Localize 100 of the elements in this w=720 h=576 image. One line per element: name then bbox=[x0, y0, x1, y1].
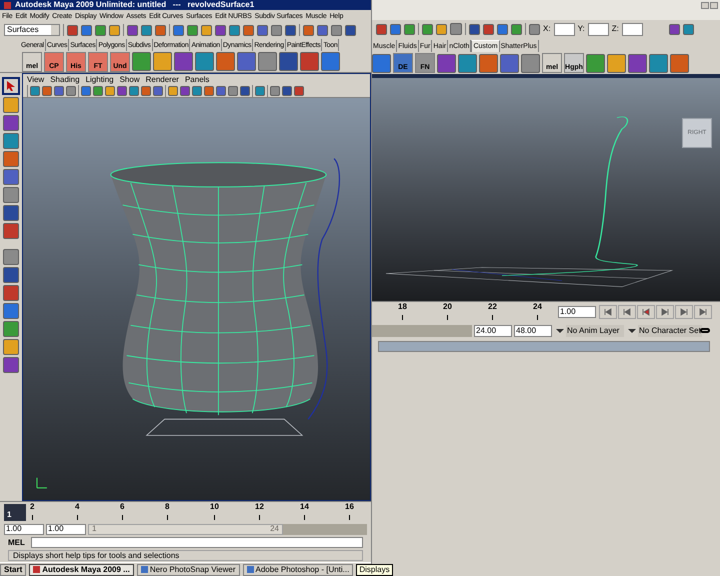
tool-icon[interactable] bbox=[229, 24, 240, 36]
menu-item[interactable]: Renderer bbox=[146, 76, 179, 84]
tool-icon[interactable] bbox=[404, 24, 415, 34]
tool-icon[interactable] bbox=[450, 23, 462, 35]
taskbar-button[interactable]: Adobe Photoshop - [Unti... bbox=[242, 564, 354, 576]
viewport[interactable] bbox=[23, 98, 370, 500]
tool-icon[interactable] bbox=[511, 24, 522, 34]
current-time-field[interactable]: 1.00 bbox=[558, 306, 596, 318]
menu-item[interactable]: Shading bbox=[50, 76, 80, 84]
taskbar-button[interactable]: Autodesk Maya 2009 ... bbox=[29, 564, 134, 576]
tool-icon[interactable] bbox=[422, 24, 433, 34]
tool-icon[interactable] bbox=[95, 24, 106, 36]
minimize-button[interactable] bbox=[701, 2, 709, 9]
tool-icon[interactable] bbox=[500, 54, 519, 72]
tool-icon[interactable] bbox=[67, 24, 78, 36]
menu-item[interactable]: Lighting bbox=[86, 76, 114, 84]
tool-icon[interactable] bbox=[285, 24, 296, 36]
playback-button[interactable] bbox=[675, 304, 693, 318]
tooltip: Displays bbox=[356, 564, 393, 576]
taskbar-button[interactable]: Nero PhotoSnap Viewer bbox=[136, 564, 240, 576]
tool-icon[interactable] bbox=[109, 24, 120, 36]
range-slider-handle[interactable]: 1 24 bbox=[88, 524, 283, 534]
profile-curve[interactable] bbox=[308, 158, 340, 420]
tick-mark bbox=[402, 314, 403, 320]
select-tool-icon[interactable] bbox=[2, 77, 20, 95]
tick-mark bbox=[76, 515, 78, 520]
tick-mark bbox=[348, 515, 350, 520]
tool-icon[interactable] bbox=[201, 24, 212, 36]
coordinate-field[interactable] bbox=[588, 22, 609, 36]
range-field[interactable]: 24.00 bbox=[474, 324, 512, 336]
frame-number: 2 bbox=[30, 503, 34, 511]
command-result-field[interactable] bbox=[378, 341, 710, 352]
tool-icon[interactable] bbox=[529, 24, 540, 34]
tool-icon[interactable] bbox=[376, 24, 387, 34]
range-field[interactable]: 1.00 bbox=[46, 524, 86, 534]
tool-icon[interactable] bbox=[127, 24, 138, 36]
tick-mark bbox=[32, 515, 33, 520]
command-line-field[interactable] bbox=[30, 537, 363, 548]
tool-icon[interactable] bbox=[331, 24, 342, 36]
axis-indicator-icon bbox=[36, 477, 48, 488]
menu-item[interactable]: Show bbox=[120, 76, 140, 84]
tool-icon[interactable] bbox=[521, 54, 540, 72]
tool-icon[interactable] bbox=[479, 54, 498, 72]
tool-icon[interactable] bbox=[436, 24, 447, 34]
tool-icon[interactable] bbox=[469, 24, 480, 34]
range-field[interactable]: 48.00 bbox=[514, 324, 552, 336]
tool-icon[interactable] bbox=[372, 54, 391, 72]
command-language-label[interactable]: MEL bbox=[8, 538, 25, 546]
menu-set-dropdown[interactable]: Surfaces bbox=[4, 24, 60, 36]
tool-icon[interactable] bbox=[437, 54, 456, 72]
range-field[interactable]: 1.00 bbox=[4, 524, 44, 534]
range-start-label: 1 bbox=[92, 525, 96, 533]
range-slider-track[interactable]: 1 24 bbox=[88, 524, 367, 534]
tool-icon[interactable] bbox=[153, 52, 172, 71]
step-back-icon bbox=[623, 308, 631, 316]
tool-icon[interactable] bbox=[187, 24, 198, 36]
tool-icon[interactable] bbox=[173, 24, 184, 36]
tick-mark bbox=[122, 515, 123, 520]
vase-surface-drawing[interactable] bbox=[110, 162, 327, 416]
tool-icon[interactable] bbox=[141, 24, 152, 36]
frame-number: 10 bbox=[210, 503, 219, 511]
tool-icon[interactable] bbox=[3, 339, 19, 355]
tool-icon[interactable] bbox=[317, 24, 328, 36]
range-end-label: 24 bbox=[270, 525, 279, 533]
coordinate-field[interactable] bbox=[554, 22, 575, 36]
tool-icon[interactable] bbox=[303, 24, 314, 36]
range-slider-track[interactable] bbox=[372, 324, 472, 336]
menu-item[interactable]: Panels bbox=[184, 76, 210, 84]
maximize-button[interactable] bbox=[710, 2, 718, 9]
playback-button[interactable] bbox=[656, 304, 674, 318]
frame-number: 14 bbox=[300, 503, 309, 511]
step-forward-icon bbox=[680, 308, 688, 316]
tool-icon[interactable] bbox=[345, 24, 356, 36]
tool-icon[interactable] bbox=[682, 24, 694, 34]
tool-icon[interactable] bbox=[257, 24, 268, 36]
menu-item[interactable]: View bbox=[27, 76, 44, 84]
tool-icon[interactable] bbox=[458, 54, 477, 72]
tool-icon[interactable] bbox=[628, 54, 647, 72]
playback-button[interactable] bbox=[637, 304, 655, 318]
tool-icon[interactable] bbox=[81, 24, 92, 36]
tool-icon[interactable] bbox=[243, 24, 254, 36]
tool-icon[interactable] bbox=[390, 24, 401, 34]
current-frame-marker[interactable]: 1 bbox=[4, 504, 26, 521]
tick-mark bbox=[166, 515, 168, 520]
playback-button[interactable] bbox=[599, 304, 617, 318]
tool-icon[interactable] bbox=[271, 24, 282, 36]
tool-icon[interactable] bbox=[483, 24, 494, 34]
frame-number: 8 bbox=[165, 503, 170, 511]
tool-icon[interactable] bbox=[215, 24, 226, 36]
tool-icon[interactable] bbox=[649, 54, 668, 72]
tool-icon[interactable] bbox=[155, 24, 166, 36]
coordinate-field[interactable] bbox=[622, 22, 643, 36]
tool-icon[interactable] bbox=[668, 24, 680, 34]
tool-icon[interactable] bbox=[607, 54, 626, 72]
tool-icon[interactable] bbox=[670, 54, 689, 72]
start-button[interactable]: Start bbox=[0, 564, 26, 576]
tool-icon[interactable] bbox=[586, 54, 605, 72]
playback-button[interactable] bbox=[694, 304, 712, 318]
playback-button[interactable] bbox=[618, 304, 636, 318]
tool-icon[interactable] bbox=[497, 24, 508, 34]
